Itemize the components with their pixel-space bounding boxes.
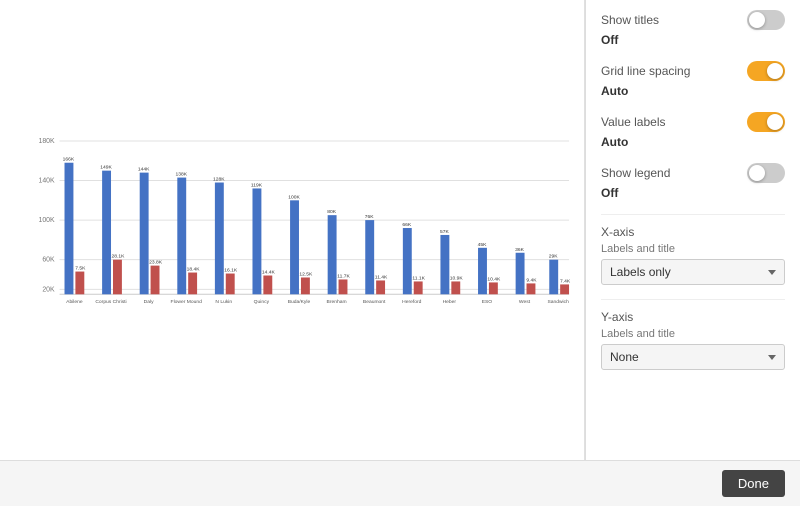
x-axis-label: X-axis xyxy=(601,225,785,239)
settings-panel: Show titles Off Grid line spacing Auto V… xyxy=(585,0,800,460)
show-legend-label: Show legend xyxy=(601,166,670,180)
svg-text:28.1K: 28.1K xyxy=(111,254,125,260)
value-labels-label: Value labels xyxy=(601,115,666,129)
svg-text:149K: 149K xyxy=(100,165,112,171)
main-area: 180K 140K 100K 60K 20K 166K 7.5K Abilene… xyxy=(0,0,800,460)
svg-text:10.9K: 10.9K xyxy=(450,275,464,281)
svg-text:9.4K: 9.4K xyxy=(526,277,537,283)
divider-1 xyxy=(601,214,785,215)
grid-line-value: Auto xyxy=(601,84,785,98)
grid-line-spacing-row: Grid line spacing Auto xyxy=(601,61,785,98)
svg-text:ESO: ESO xyxy=(482,299,493,305)
show-legend-knob xyxy=(749,165,765,181)
chart-container: 180K 140K 100K 60K 20K 166K 7.5K Abilene… xyxy=(20,120,574,340)
y-axis-label: Y-axis xyxy=(601,310,785,324)
svg-text:Quincy: Quincy xyxy=(254,299,270,305)
svg-text:10.4K: 10.4K xyxy=(487,276,501,282)
y-axis-sub-label: Labels and title xyxy=(601,328,785,340)
y-axis-row: Y-axis Labels and title None Labels only… xyxy=(601,310,785,370)
svg-text:76K: 76K xyxy=(365,214,374,220)
svg-text:66K: 66K xyxy=(402,222,411,228)
svg-text:80K: 80K xyxy=(327,209,336,215)
show-legend-value: Off xyxy=(601,186,785,200)
show-titles-label: Show titles xyxy=(601,13,659,27)
done-button[interactable]: Done xyxy=(722,470,785,497)
svg-text:N Lukin: N Lukin xyxy=(215,299,232,305)
svg-text:20K: 20K xyxy=(42,286,55,293)
svg-text:36K: 36K xyxy=(515,247,524,253)
svg-text:West: West xyxy=(519,299,531,305)
bar-chart: 180K 140K 100K 60K 20K 166K 7.5K Abilene… xyxy=(20,120,574,340)
svg-text:Beaumont: Beaumont xyxy=(363,299,386,305)
value-labels-toggle[interactable] xyxy=(747,112,785,132)
show-titles-row: Show titles Off xyxy=(601,10,785,47)
svg-text:119K: 119K xyxy=(251,182,263,188)
svg-text:Brenham: Brenham xyxy=(327,299,347,305)
svg-text:18.4K: 18.4K xyxy=(187,267,201,273)
svg-text:138K: 138K xyxy=(175,172,187,178)
grid-line-label: Grid line spacing xyxy=(601,64,690,78)
svg-text:Flower Mound: Flower Mound xyxy=(171,299,203,305)
value-labels-knob xyxy=(767,114,783,130)
show-titles-value: Off xyxy=(601,33,785,47)
svg-text:180K: 180K xyxy=(38,138,55,145)
show-titles-knob xyxy=(749,12,765,28)
x-axis-sub-label: Labels and title xyxy=(601,243,785,255)
svg-text:23.8K: 23.8K xyxy=(149,260,163,266)
svg-text:29K: 29K xyxy=(549,254,558,260)
svg-text:11.1K: 11.1K xyxy=(412,275,425,281)
svg-text:57K: 57K xyxy=(440,229,449,235)
svg-text:7.5K: 7.5K xyxy=(75,266,86,272)
show-legend-row: Show legend Off xyxy=(601,163,785,200)
footer: Done xyxy=(0,460,800,506)
svg-text:144K: 144K xyxy=(138,167,150,173)
grid-line-knob xyxy=(767,63,783,79)
svg-text:Heber: Heber xyxy=(443,299,457,305)
show-titles-toggle[interactable] xyxy=(747,10,785,30)
value-labels-value: Auto xyxy=(601,135,785,149)
svg-text:128K: 128K xyxy=(213,177,225,183)
svg-text:11.7K: 11.7K xyxy=(337,273,350,279)
show-legend-toggle[interactable] xyxy=(747,163,785,183)
svg-text:14.4K: 14.4K xyxy=(262,270,276,276)
y-axis-select[interactable]: None Labels only Labels and title xyxy=(601,344,785,370)
svg-text:11.4K: 11.4K xyxy=(375,274,388,280)
svg-text:Abilene: Abilene xyxy=(66,299,83,305)
svg-text:166K: 166K xyxy=(63,157,75,163)
svg-text:Daly: Daly xyxy=(144,299,154,305)
svg-text:Buda/Kyle: Buda/Kyle xyxy=(288,299,311,305)
svg-text:16.1K: 16.1K xyxy=(224,268,238,274)
svg-text:Hereford: Hereford xyxy=(402,299,421,305)
chart-panel: 180K 140K 100K 60K 20K 166K 7.5K Abilene… xyxy=(0,0,585,460)
svg-text:12.5K: 12.5K xyxy=(299,272,313,278)
svg-text:100K: 100K xyxy=(288,194,300,200)
svg-text:Corpus Christi: Corpus Christi xyxy=(95,299,126,305)
svg-text:7.4K: 7.4K xyxy=(560,278,571,284)
divider-2 xyxy=(601,299,785,300)
svg-text:60K: 60K xyxy=(42,257,55,264)
svg-text:100K: 100K xyxy=(38,217,55,224)
svg-text:45K: 45K xyxy=(478,242,487,248)
svg-text:Sandwich: Sandwich xyxy=(547,299,569,305)
grid-line-toggle[interactable] xyxy=(747,61,785,81)
value-labels-row: Value labels Auto xyxy=(601,112,785,149)
svg-text:140K: 140K xyxy=(38,178,55,185)
x-axis-select[interactable]: Labels only Labels and title None xyxy=(601,259,785,285)
x-axis-row: X-axis Labels and title Labels only Labe… xyxy=(601,225,785,285)
